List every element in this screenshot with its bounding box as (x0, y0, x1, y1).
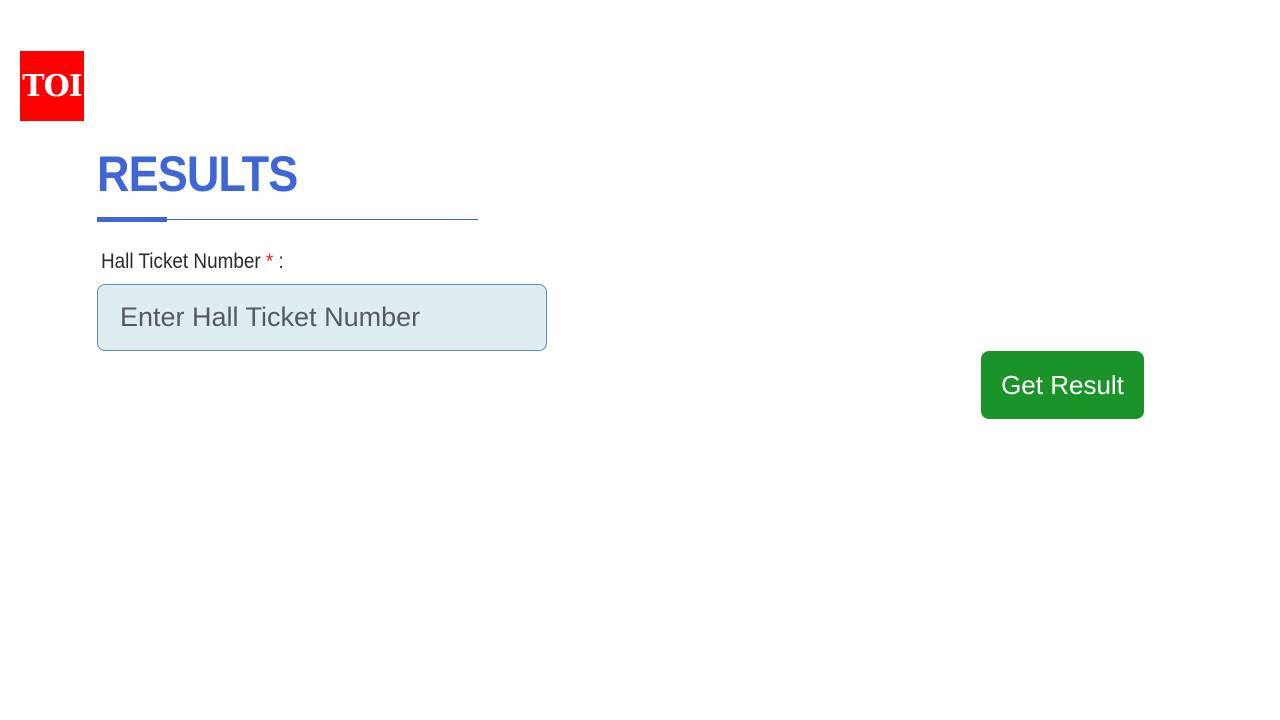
hall-ticket-label-text: Hall Ticket Number (101, 250, 261, 273)
required-marker: * (265, 250, 274, 273)
label-suffix: : (278, 250, 284, 273)
get-result-button[interactable]: Get Result (981, 351, 1144, 419)
hall-ticket-label: Hall Ticket Number * : (101, 249, 284, 275)
title-accent-bar (97, 217, 167, 222)
toi-logo: TOI (20, 51, 84, 121)
page-title: RESULTS (97, 146, 298, 202)
logo-text: TOI (22, 68, 82, 104)
hall-ticket-input[interactable] (97, 284, 547, 351)
results-page: TOI RESULTS Hall Ticket Number * : Get R… (0, 0, 1280, 720)
